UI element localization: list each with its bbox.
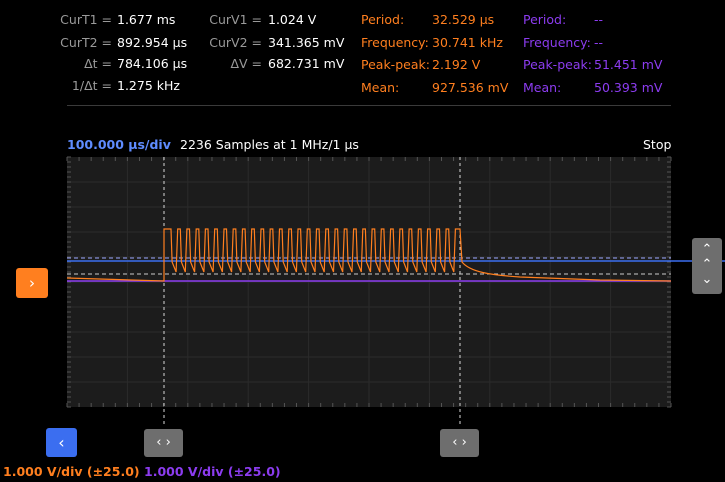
oscilloscope-display[interactable] — [0, 0, 725, 482]
left-right-arrows-icon: ‹ › — [156, 435, 171, 450]
chevron-up-icon[interactable]: ⌃ — [692, 257, 722, 272]
trigger-level-control[interactable]: ⌃ ⌃ ⌄ — [692, 238, 722, 294]
ch2-scale-label[interactable]: 1.000 V/div (±25.0) — [144, 464, 281, 479]
timebase-back-button[interactable]: ‹ — [46, 428, 77, 457]
cursor2-handle[interactable]: ‹ › — [440, 429, 479, 457]
chevron-up-icon[interactable]: ⌃ — [692, 242, 722, 257]
cursor1-handle[interactable]: ‹ › — [144, 429, 183, 457]
ch1-scale-label[interactable]: 1.000 V/div (±25.0) — [3, 464, 140, 479]
chevron-left-icon: ‹ — [58, 433, 65, 452]
left-right-arrows-icon: ‹ › — [452, 435, 467, 450]
chevron-down-icon[interactable]: ⌄ — [692, 272, 722, 287]
chevron-right-icon: › — [29, 274, 35, 292]
ch1-offset-marker[interactable]: › — [16, 268, 48, 298]
